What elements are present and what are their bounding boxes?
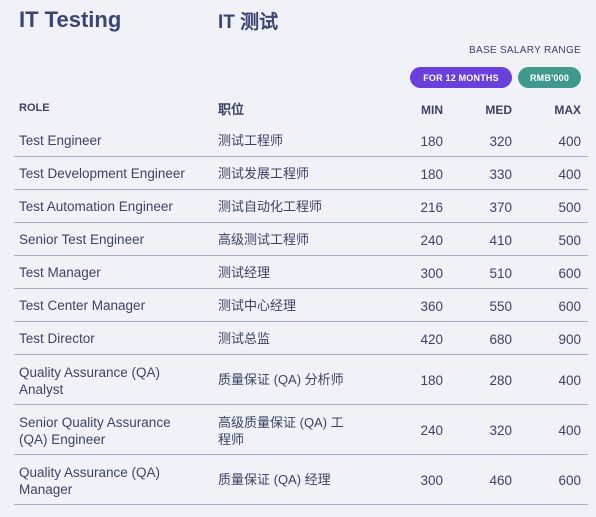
role-cell: Test Manager bbox=[19, 265, 101, 280]
role-cn-cell: 测试发展工程师 bbox=[218, 166, 310, 181]
min-salary-cell: 300 bbox=[420, 266, 443, 281]
max-salary-cell: 400 bbox=[558, 167, 581, 182]
max-salary-cell: 500 bbox=[558, 200, 581, 215]
currency-pill: RMB'000 bbox=[518, 67, 581, 88]
max-salary-cell: 400 bbox=[558, 373, 581, 388]
max-salary-cell: 400 bbox=[558, 423, 581, 438]
page-title-en: IT Testing bbox=[19, 7, 122, 32]
role-cn-cell: 测试经理 bbox=[218, 265, 271, 280]
role-cn-cell: 测试自动化工程师 bbox=[218, 199, 323, 214]
role-cell: Test Development Engineer bbox=[19, 166, 185, 181]
table-row: Test Center Manager 测试中心经理 360 550 600 bbox=[14, 289, 588, 322]
page-title-cn: IT 测试 bbox=[218, 12, 279, 33]
role-cell: Quality Assurance (QA) Manager bbox=[19, 465, 161, 497]
max-salary-cell: 900 bbox=[558, 332, 581, 347]
med-salary-cell: 680 bbox=[489, 332, 512, 347]
role-cell: Quality Assurance (QA) Analyst bbox=[19, 365, 161, 397]
max-salary-cell: 400 bbox=[558, 134, 581, 149]
role-cn-cell: 测试工程师 bbox=[218, 133, 284, 148]
column-header-role-cn: 职位 bbox=[218, 102, 245, 117]
table-row: Test Manager 测试经理 300 510 600 bbox=[14, 256, 588, 289]
min-salary-cell: 180 bbox=[420, 134, 443, 149]
column-header-min: MIN bbox=[421, 103, 443, 117]
role-cn-cell: 质量保证 (QA) 分析师 bbox=[218, 372, 344, 387]
max-salary-cell: 600 bbox=[558, 473, 581, 488]
role-cell: Test Engineer bbox=[19, 133, 102, 148]
role-cn-cell: 质量保证 (QA) 经理 bbox=[218, 472, 331, 487]
role-cell: Test Center Manager bbox=[19, 298, 146, 313]
min-salary-cell: 180 bbox=[420, 373, 443, 388]
role-cn-cell: 高级测试工程师 bbox=[218, 232, 310, 247]
column-header-role: ROLE bbox=[19, 102, 50, 114]
max-salary-cell: 500 bbox=[558, 233, 581, 248]
table-row: Test Director 测试总监 420 680 900 bbox=[14, 322, 588, 355]
role-cell: Test Director bbox=[19, 331, 95, 346]
med-salary-cell: 370 bbox=[489, 200, 512, 215]
min-salary-cell: 180 bbox=[420, 167, 443, 182]
med-salary-cell: 410 bbox=[489, 233, 512, 248]
max-salary-cell: 600 bbox=[558, 266, 581, 281]
table-row: Test Automation Engineer 测试自动化工程师 216 370 50… bbox=[14, 190, 588, 223]
med-salary-cell: 320 bbox=[489, 134, 512, 149]
max-salary-cell: 600 bbox=[558, 299, 581, 314]
min-salary-cell: 420 bbox=[420, 332, 443, 347]
role-cell: Senior Test Engineer bbox=[19, 232, 145, 247]
min-salary-cell: 240 bbox=[420, 423, 443, 438]
table-row: Quality Assurance (QA) Manager 质量保证 (QA) 经… bbox=[14, 455, 588, 505]
med-salary-cell: 550 bbox=[489, 299, 512, 314]
min-salary-cell: 300 bbox=[420, 473, 443, 488]
min-salary-cell: 216 bbox=[420, 200, 443, 215]
table-header: ROLE 职位 MIN MED MAX bbox=[19, 98, 581, 120]
role-cn-cell: 高级质量保证 (QA) 工程师 bbox=[218, 415, 344, 447]
table-row: Quality Assurance (QA) Analyst 质量保证 (QA) 分… bbox=[14, 355, 588, 405]
column-header-med: MED bbox=[485, 103, 512, 117]
med-salary-cell: 330 bbox=[489, 167, 512, 182]
min-salary-cell: 360 bbox=[420, 299, 443, 314]
med-salary-cell: 510 bbox=[489, 266, 512, 281]
med-salary-cell: 320 bbox=[489, 423, 512, 438]
role-cn-cell: 测试总监 bbox=[218, 331, 271, 346]
role-cn-cell: 测试中心经理 bbox=[218, 298, 297, 313]
table-row: Test Development Engineer 测试发展工程师 180 330 40… bbox=[14, 157, 588, 190]
table-row: Test Engineer 测试工程师 180 320 400 bbox=[14, 124, 588, 157]
min-salary-cell: 240 bbox=[420, 233, 443, 248]
role-cell: Senior Quality Assurance (QA) Engineer bbox=[19, 415, 171, 447]
salary-table: Test Engineer 测试工程师 180 320 400 Test Developm… bbox=[14, 124, 588, 505]
column-header-max: MAX bbox=[554, 103, 581, 117]
role-cell: Test Automation Engineer bbox=[19, 199, 173, 214]
period-pill: FOR 12 MONTHS bbox=[410, 67, 512, 88]
salary-range-label: BASE SALARY RANGE bbox=[469, 45, 581, 56]
table-row: Senior Quality Assurance (QA) Engineer 高级质… bbox=[14, 405, 588, 455]
med-salary-cell: 280 bbox=[489, 373, 512, 388]
table-row: Senior Test Engineer 高级测试工程师 240 410 500 bbox=[14, 223, 588, 256]
med-salary-cell: 460 bbox=[489, 473, 512, 488]
